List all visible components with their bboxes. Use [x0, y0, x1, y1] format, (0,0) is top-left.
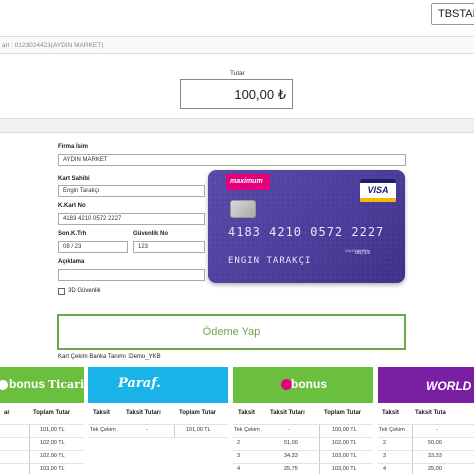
t2-r1-taksit-tutari: -	[146, 427, 148, 433]
merchant-info-line: ari : 0123024423(AYDIN MARKET)	[0, 36, 474, 54]
t3-r4-taksit-tutari: 25,75	[284, 466, 298, 472]
t3-r4-taksit: 4	[237, 466, 241, 472]
card-holder-field[interactable]: Engin Tarakçı	[58, 185, 205, 197]
banner-bonus-text: bonus	[9, 377, 45, 391]
firm-name-field[interactable]: AYDIN MARKET	[58, 154, 406, 166]
banner-bonus-ticari[interactable]: bonus Ticari	[0, 367, 84, 403]
t4-r1-taksit-tutari: -	[436, 427, 438, 433]
banner-bonus[interactable]: bonus	[233, 367, 373, 403]
bank-definition-text: Kart Çekim Banka Tanımı :Demo_YKB	[58, 354, 161, 360]
t2-divider	[174, 424, 175, 437]
banner-world[interactable]: WORLD	[378, 367, 474, 403]
t3-r2-total: 102,00 TL	[332, 440, 357, 446]
t4-rowline	[378, 463, 474, 464]
t4-r1-taksit: Tek Çekim	[379, 427, 405, 433]
t2-header-taksit-tutari: Taksit Tutarı	[126, 410, 161, 416]
amount-label: Tutar	[230, 70, 245, 77]
t4-divider	[412, 424, 413, 474]
t4-header-taksit: Taksit	[382, 410, 399, 416]
description-label: Açıklama	[58, 259, 85, 265]
t4-rowline	[378, 450, 474, 451]
t3-r4-total: 103,00 TL	[332, 466, 357, 472]
t2-r1-total: 101,00 TL	[186, 427, 211, 433]
card-preview-holder: ENGIN TARAKÇI	[228, 256, 312, 266]
maximum-logo: maximum	[226, 174, 270, 190]
t4-r3-taksit-tutari: 33,33	[428, 453, 442, 459]
cvv-label: Güvenlik No	[133, 231, 169, 237]
card-preview-expiry: 08/23	[355, 250, 371, 256]
banner-bonus2-text: bonus	[291, 377, 327, 391]
banner-world-text: WORLD	[426, 379, 472, 393]
visa-logo: VISA	[360, 179, 396, 202]
expiry-field[interactable]: 08 / 23	[58, 241, 128, 253]
t3-r2-taksit-tutari: 51,00	[284, 440, 298, 446]
t1-r4-total: 103,00 TL	[40, 466, 65, 472]
card-preview-number: 4183 4210 0572 2227	[228, 225, 385, 239]
t2-header-taksit: Taksit	[93, 410, 110, 416]
t2-rowline	[88, 437, 228, 438]
expiry-label: Son.K.Trh	[58, 231, 87, 237]
t1-r1-total: 101,00 TL	[40, 427, 65, 433]
banner-paraf[interactable]: Paraf.	[88, 367, 228, 403]
t3-r1-total: 100,00 TL	[332, 427, 357, 433]
t4-r4-taksit: 4	[383, 466, 387, 472]
t2-rowline	[88, 424, 228, 425]
top-bar: TBSTAHSİLAT	[0, 0, 474, 34]
t3-r3-taksit: 3	[237, 453, 241, 459]
t1-header-toplam: Toplam Tutar	[33, 410, 71, 416]
t2-r1-taksit: Tek Çekim	[90, 427, 116, 433]
t1-rowline	[0, 437, 84, 438]
t3-r1-taksit: Tek Çekim	[234, 427, 260, 433]
t3-header-taksit: Taksit	[238, 410, 255, 416]
section-divider	[0, 118, 474, 133]
t4-rowline	[378, 424, 474, 425]
t2-header-toplam: Toplam Tutar	[179, 410, 217, 416]
card-number-label: K.Kart No	[58, 203, 86, 209]
t1-rowline	[0, 463, 84, 464]
card-number-field[interactable]: 4183 4210 0572 2227	[58, 213, 205, 225]
t4-rowline	[378, 437, 474, 438]
t3-header-taksit-tutari: Taksit Tutarı	[270, 410, 305, 416]
t1-r3-total: 102,00 TL	[40, 453, 65, 459]
card-holder-label: Kart Sahibi	[58, 176, 90, 182]
t3-rowline	[233, 450, 373, 451]
banner-ticari-text: Ticari	[48, 378, 84, 391]
t3-divider	[319, 424, 320, 474]
t4-r2-taksit: 2	[383, 440, 387, 446]
banner-paraf-text: Paraf.	[118, 376, 161, 391]
t1-header-taksit: ar	[4, 410, 10, 416]
t4-r3-taksit: 3	[383, 453, 387, 459]
3d-secure-checkbox[interactable]	[58, 288, 65, 295]
t1-rowline	[0, 450, 84, 451]
t3-r1-taksit-tutari: -	[288, 427, 290, 433]
t3-r3-taksit-tutari: 34,33	[284, 453, 298, 459]
cvv-field[interactable]: 123	[133, 241, 205, 253]
amount-field[interactable]: 100,00 ₺	[180, 79, 293, 109]
t3-rowline	[233, 463, 373, 464]
t4-r2-taksit-tutari: 50,00	[428, 440, 442, 446]
t1-rowline	[0, 424, 84, 425]
t3-rowline	[233, 424, 373, 425]
firm-label: Firma İsim	[58, 144, 89, 150]
chip-icon	[230, 200, 256, 218]
t1-r2-total: 102,00 TL	[40, 440, 65, 446]
t3-header-toplam: Toplam Tutar	[324, 410, 362, 416]
t4-header-taksit-tutari: Taksit Tuta	[415, 410, 446, 416]
card-preview: maximum VISA 4183 4210 0572 2227 VALID T…	[208, 170, 405, 283]
pay-button[interactable]: Ödeme Yap	[57, 314, 406, 350]
tahsilat-select[interactable]: TBSTAHSİLAT	[431, 3, 474, 25]
description-field[interactable]	[58, 269, 205, 281]
t4-r4-taksit-tutari: 25,00	[428, 466, 442, 472]
bonus-logo-icon	[0, 380, 8, 390]
t3-rowline	[233, 437, 373, 438]
t3-r3-total: 103,00 TL	[332, 453, 357, 459]
3d-secure-label: 3D Güvenlik	[68, 288, 101, 294]
t3-r2-taksit: 2	[237, 440, 241, 446]
